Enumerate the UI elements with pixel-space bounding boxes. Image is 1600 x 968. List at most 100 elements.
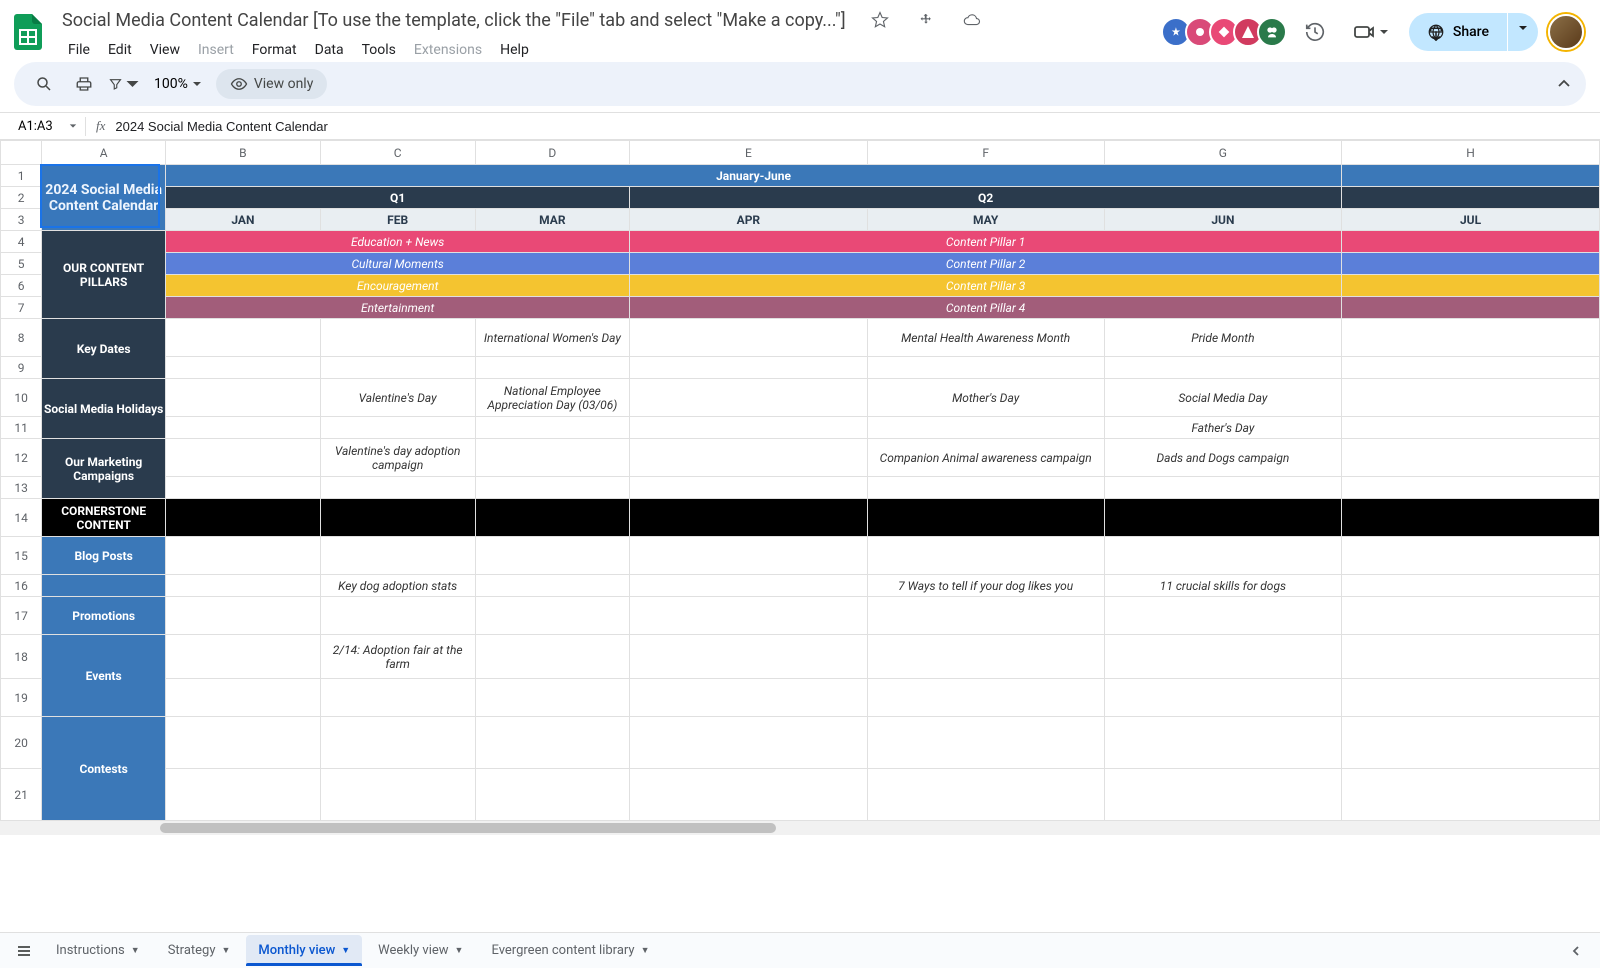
cell[interactable]: JUL: [1342, 209, 1600, 231]
cell[interactable]: [166, 717, 321, 769]
menu-help[interactable]: Help: [492, 38, 537, 62]
cell[interactable]: [867, 537, 1104, 575]
cell[interactable]: [630, 679, 867, 717]
cell[interactable]: Key Dates: [42, 319, 166, 379]
cell[interactable]: JUN: [1104, 209, 1341, 231]
cell[interactable]: [867, 357, 1104, 379]
collapse-toolbar-icon[interactable]: [1556, 76, 1572, 92]
sheet-tab-evergreen[interactable]: Evergreen content library▼: [479, 935, 661, 966]
cell[interactable]: [166, 537, 321, 575]
print-icon[interactable]: [68, 68, 100, 100]
cell[interactable]: [475, 679, 630, 717]
col-header[interactable]: E: [630, 141, 867, 165]
cell[interactable]: MAY: [867, 209, 1104, 231]
cell[interactable]: [1104, 477, 1341, 499]
cell[interactable]: 11 crucial skills for dogs: [1104, 575, 1341, 597]
cell[interactable]: [1342, 717, 1600, 769]
cell[interactable]: Father's Day: [1104, 417, 1341, 439]
cell[interactable]: Content Pillar 1: [630, 231, 1342, 253]
cell[interactable]: [867, 635, 1104, 679]
cell[interactable]: [475, 439, 630, 477]
cell[interactable]: [630, 319, 867, 357]
cell[interactable]: [1342, 537, 1600, 575]
cell[interactable]: [630, 417, 867, 439]
cell[interactable]: Our Marketing Campaigns: [42, 439, 166, 499]
cell[interactable]: [475, 717, 630, 769]
row-header[interactable]: 8: [1, 319, 42, 357]
cell[interactable]: Education + News: [166, 231, 630, 253]
cell[interactable]: [320, 769, 475, 821]
scrollbar-thumb[interactable]: [160, 823, 776, 833]
cell[interactable]: Mother's Day: [867, 379, 1104, 417]
row-header[interactable]: 1: [1, 165, 42, 187]
cell[interactable]: Valentine's day adoption campaign: [320, 439, 475, 477]
row-header[interactable]: 13: [1, 477, 42, 499]
cell[interactable]: [475, 769, 630, 821]
cell[interactable]: [1342, 275, 1600, 297]
cell[interactable]: [1342, 575, 1600, 597]
cell[interactable]: [867, 769, 1104, 821]
col-header[interactable]: B: [166, 141, 321, 165]
cell[interactable]: [166, 379, 321, 417]
cell[interactable]: [166, 417, 321, 439]
cell[interactable]: Q2: [630, 187, 1342, 209]
cell[interactable]: 2/14: Adoption fair at the farm: [320, 635, 475, 679]
cell[interactable]: [1342, 769, 1600, 821]
cell[interactable]: [630, 597, 867, 635]
cell[interactable]: [475, 357, 630, 379]
cell[interactable]: [166, 597, 321, 635]
cell[interactable]: [320, 597, 475, 635]
sheet-tab-monthly[interactable]: Monthly view▼: [246, 935, 362, 966]
menu-view[interactable]: View: [142, 38, 188, 62]
cell[interactable]: Events: [42, 635, 166, 717]
sheet-tab-weekly[interactable]: Weekly view▼: [366, 935, 475, 966]
cell[interactable]: [630, 477, 867, 499]
row-header[interactable]: 15: [1, 537, 42, 575]
cell[interactable]: [475, 537, 630, 575]
cell[interactable]: [475, 477, 630, 499]
spreadsheet-grid[interactable]: A B C D E F G H 1 2024 Social Media Cont…: [0, 140, 1600, 932]
cell[interactable]: [166, 635, 321, 679]
cell[interactable]: International Women's Day: [475, 319, 630, 357]
cell[interactable]: Cultural Moments: [166, 253, 630, 275]
cell[interactable]: [630, 439, 867, 477]
cell[interactable]: [630, 499, 867, 537]
cell[interactable]: [166, 439, 321, 477]
cell[interactable]: [1342, 319, 1600, 357]
cell[interactable]: [475, 597, 630, 635]
cell[interactable]: [867, 417, 1104, 439]
cell[interactable]: [1342, 357, 1600, 379]
share-dropdown[interactable]: [1508, 13, 1538, 51]
search-menus-icon[interactable]: [28, 68, 60, 100]
cell[interactable]: [166, 575, 321, 597]
cell[interactable]: 7 Ways to tell if your dog likes you: [867, 575, 1104, 597]
cell[interactable]: [475, 635, 630, 679]
cell[interactable]: [1104, 597, 1341, 635]
cell[interactable]: [475, 417, 630, 439]
menu-tools[interactable]: Tools: [354, 38, 404, 62]
row-header[interactable]: 19: [1, 679, 42, 717]
col-header[interactable]: C: [320, 141, 475, 165]
cell[interactable]: [1342, 297, 1600, 319]
cell[interactable]: [630, 717, 867, 769]
cell[interactable]: Social Media Holidays: [42, 379, 166, 439]
cell[interactable]: Companion Animal awareness campaign: [867, 439, 1104, 477]
cell[interactable]: [475, 499, 630, 537]
cell[interactable]: [320, 357, 475, 379]
history-icon[interactable]: [1297, 14, 1333, 50]
col-header[interactable]: G: [1104, 141, 1341, 165]
cell[interactable]: [320, 499, 475, 537]
row-header[interactable]: 14: [1, 499, 42, 537]
row-header[interactable]: 17: [1, 597, 42, 635]
cell[interactable]: [1342, 635, 1600, 679]
cell[interactable]: 2024 Social Media Content Calendar: [42, 165, 166, 231]
row-header[interactable]: 9: [1, 357, 42, 379]
menu-extensions[interactable]: Extensions: [406, 38, 490, 62]
cell[interactable]: [630, 635, 867, 679]
cell[interactable]: [1104, 769, 1341, 821]
cell[interactable]: [475, 575, 630, 597]
menu-file[interactable]: File: [60, 38, 98, 62]
document-title[interactable]: Social Media Content Calendar [To use th…: [56, 8, 852, 33]
collaborator-avatars[interactable]: [1167, 17, 1287, 47]
cell[interactable]: [42, 575, 166, 597]
